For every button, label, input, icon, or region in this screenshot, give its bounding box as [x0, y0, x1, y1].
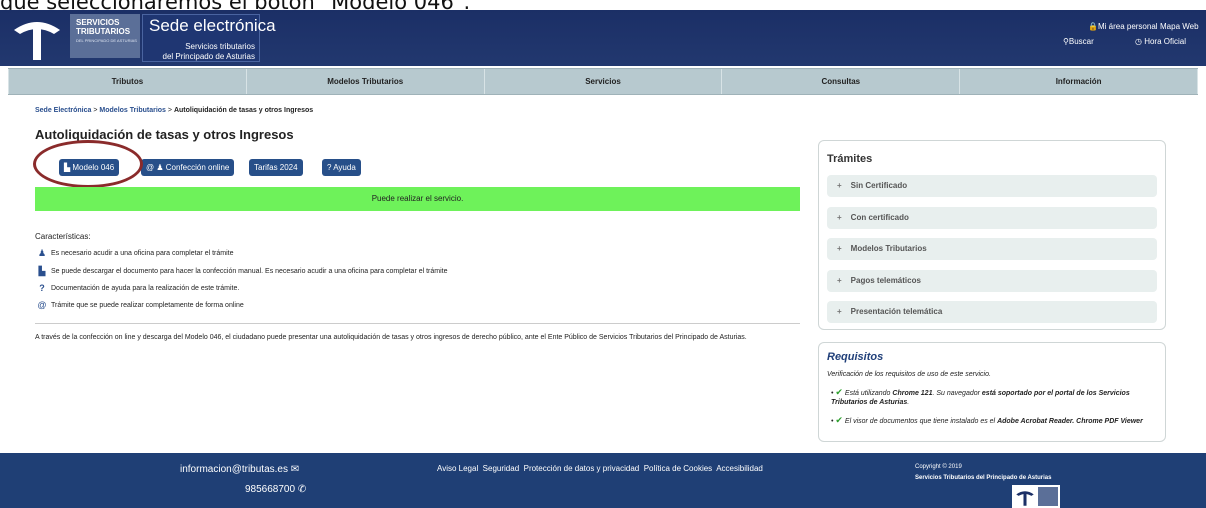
question-icon: ? [39, 283, 45, 293]
footer-copyright: Copyright © 2019 [915, 464, 962, 470]
footer-link-aviso-legal[interactable]: Aviso Legal [437, 464, 478, 473]
main-nav: Tributos Modelos Tributarios Servicios C… [8, 68, 1198, 95]
plus-icon: + [837, 213, 842, 222]
logo-text: SERVICIOS TRIBUTARIOS DEL PRINCIPADO DE … [70, 14, 140, 58]
footer-email[interactable]: informacion@tributas.es ✉ [180, 464, 299, 475]
requisitos-subtitle: Verificación de los requisitos de uso de… [827, 371, 991, 378]
requisitos-panel: Requisitos Verificación de los requisito… [818, 342, 1166, 442]
highlight-circle [33, 140, 143, 188]
check-icon: ✔ [835, 387, 843, 397]
feature-item: @ Trámite que se puede realizar completam… [37, 300, 244, 310]
sede-subtitle-1: Servicios tributarios [185, 42, 255, 51]
tramite-pagos-telematicos[interactable]: + Pagos telemáticos [827, 270, 1157, 292]
buscar-link[interactable]: ⚲Buscar [1063, 37, 1094, 46]
breadcrumb-current: Autoliquidación de tasas y otros Ingreso… [173, 107, 314, 114]
tutorial-caption: que seleccionaremos el botón "Modelo 046… [0, 0, 471, 14]
plus-icon: + [837, 276, 842, 285]
ayuda-button[interactable]: ? Ayuda [322, 159, 361, 176]
requisito-browser: • ✔ Está utilizando Chrome 121. Su naveg… [831, 387, 1130, 407]
sede-title: Sede electrónica [149, 16, 276, 35]
confeccion-online-button[interactable]: @ ♟ Confección online [141, 159, 235, 176]
logo-icon[interactable] [8, 12, 66, 62]
breadcrumb-home[interactable]: Sede Electrónica [35, 107, 91, 114]
check-icon: ✔ [835, 415, 843, 425]
feature-item: ▙ Se puede descargar el documento para ha… [38, 266, 448, 276]
lock-icon: 🔒 [1088, 22, 1098, 31]
footer-logo [1012, 485, 1060, 508]
document-icon: ▙ [38, 266, 46, 276]
service-description: A través de la confección on line y desc… [35, 334, 747, 341]
footer-links: Aviso Legal Seguridad Protección de dato… [437, 464, 763, 473]
nav-informacion[interactable]: Información [960, 69, 1198, 94]
question-icon: ? [327, 163, 332, 172]
phone-icon: ✆ [297, 484, 307, 495]
user-icon: ♟ [156, 163, 164, 172]
tramites-title: Trámites [827, 153, 873, 165]
mail-icon: ✉ [290, 464, 300, 475]
footer-link-seguridad[interactable]: Seguridad [483, 464, 519, 473]
breadcrumb: Sede Electrónica > Modelos Tributarios >… [35, 107, 314, 114]
footer-link-accesibilidad[interactable]: Accesibilidad [716, 464, 763, 473]
feature-item: ♟ Es necesario acudir a una oficina para … [37, 248, 234, 258]
status-notice: Puede realizar el servicio. [35, 187, 800, 211]
breadcrumb-section[interactable]: Modelos Tributarios [99, 107, 166, 114]
requisito-pdf-viewer: • ✔ El visor de documentos que tiene ins… [831, 415, 1143, 426]
footer-link-proteccion[interactable]: Protección de datos y privacidad [524, 464, 640, 473]
site-header: SERVICIOS TRIBUTARIOS DEL PRINCIPADO DE … [0, 10, 1206, 66]
user-icon: ♟ [37, 248, 47, 258]
plus-icon: + [837, 307, 842, 316]
logo-line1: SERVICIOS TRIBUTARIOS [76, 18, 131, 36]
plus-icon: + [837, 244, 842, 253]
tramite-con-certificado[interactable]: + Con certificado [827, 207, 1157, 229]
plus-icon: + [837, 181, 842, 190]
divider [35, 323, 800, 324]
at-icon: @ [37, 300, 47, 310]
footer-logo-text-block [1038, 487, 1058, 506]
tarifas-button[interactable]: Tarifas 2024 [249, 159, 303, 176]
nav-servicios[interactable]: Servicios [485, 69, 723, 94]
feature-item: ? Documentación de ayuda para la realizac… [37, 283, 239, 293]
tramite-modelos-tributarios[interactable]: + Modelos Tributarios [827, 238, 1157, 260]
requisitos-title: Requisitos [827, 351, 884, 363]
mapa-web-link[interactable]: Mapa Web [1160, 22, 1199, 31]
nav-modelos-tributarios[interactable]: Modelos Tributarios [247, 69, 485, 94]
logo-icon [1016, 491, 1034, 506]
clock-icon: ◷ [1135, 37, 1145, 46]
sede-subtitle-2: del Principado de Asturias [162, 52, 256, 61]
features-title: Características: [35, 232, 91, 241]
sede-electronica-banner[interactable]: Sede electrónica Servicios tributarios d… [142, 14, 276, 62]
footer-phone[interactable]: 985668700 ✆ [245, 484, 306, 495]
tramites-panel: Trámites + Sin Certificado + Con certifica… [818, 140, 1166, 330]
site-footer: informacion@tributas.es ✉ 985668700 ✆ Av… [0, 453, 1206, 508]
at-icon: @ [146, 163, 155, 172]
hora-oficial-link[interactable]: ◷ Hora Oficial [1135, 37, 1186, 46]
nav-consultas[interactable]: Consultas [722, 69, 961, 94]
nav-tributos[interactable]: Tributos [8, 69, 247, 94]
logo-line2: DEL PRINCIPADO DE ASTURIAS [76, 38, 137, 43]
tramite-sin-certificado[interactable]: + Sin Certificado [827, 175, 1157, 197]
footer-link-cookies[interactable]: Política de Cookies [644, 464, 712, 473]
mi-area-link[interactable]: 🔒Mi área personal [1088, 22, 1158, 31]
footer-org: Servicios Tributarios del Principado de … [915, 475, 1052, 481]
tramite-presentacion-telematica[interactable]: + Presentación telemática [827, 301, 1157, 323]
